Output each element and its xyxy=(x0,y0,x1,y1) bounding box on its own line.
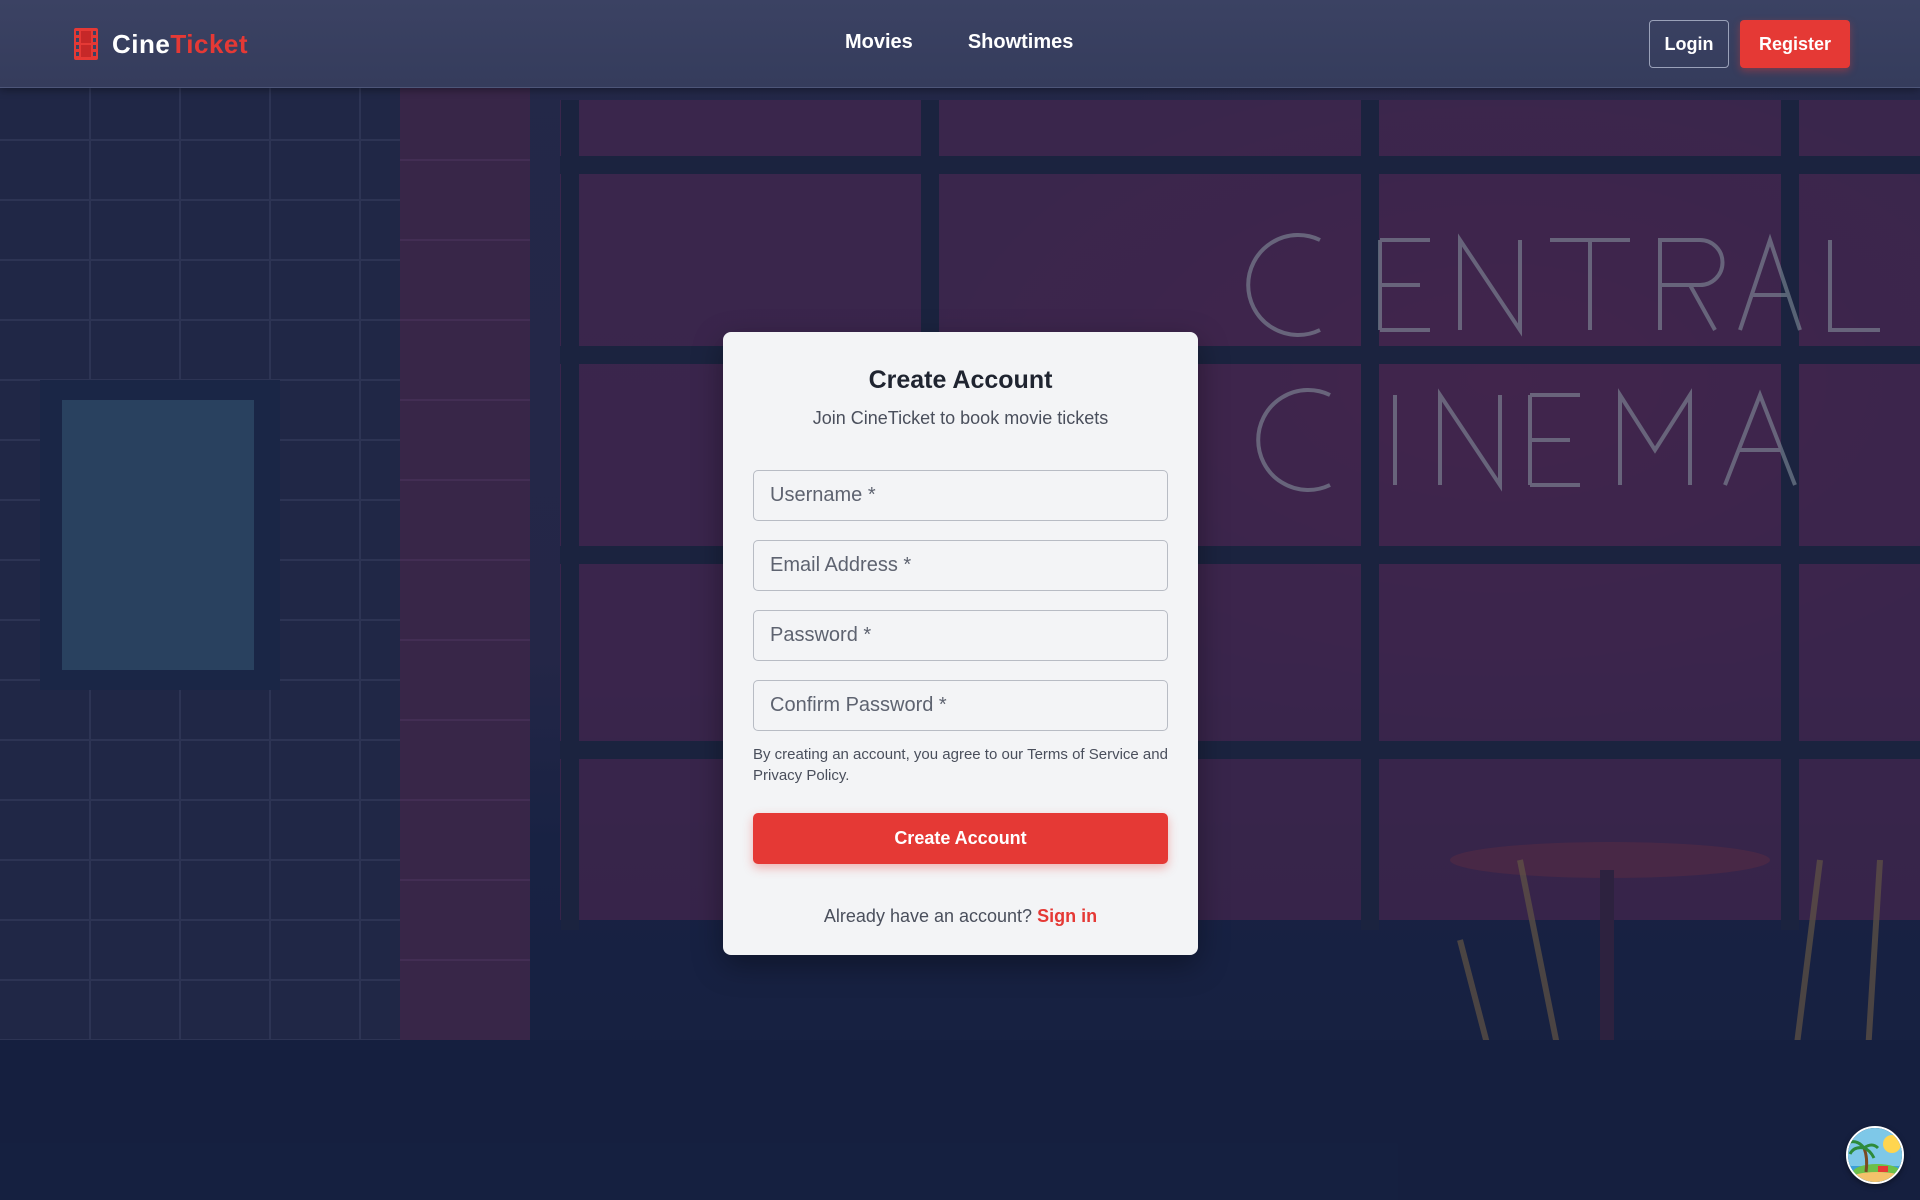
register-card: Create Account Join CineTicket to book m… xyxy=(723,332,1198,955)
create-account-button[interactable]: Create Account xyxy=(753,813,1168,864)
film-icon xyxy=(74,28,98,60)
signin-link[interactable]: Sign in xyxy=(1037,906,1097,926)
brand-name-part2: Ticket xyxy=(170,28,249,59)
brand-name: CineTicket xyxy=(112,29,248,60)
floating-widget[interactable] xyxy=(1846,1126,1904,1184)
password-field[interactable] xyxy=(753,610,1168,661)
password-input[interactable] xyxy=(770,611,1167,660)
register-form: By creating an account, you agree to our… xyxy=(753,470,1168,927)
card-subtitle: Join CineTicket to book movie tickets xyxy=(812,408,1109,428)
brand-name-part1: Cine xyxy=(112,28,171,59)
signin-row: Already have an account? Sign in xyxy=(753,906,1168,927)
nav-link-showtimes[interactable]: Showtimes xyxy=(968,28,1074,56)
register-button[interactable]: Register xyxy=(1740,20,1850,68)
login-button[interactable]: Login xyxy=(1649,20,1729,68)
confirm-password-field[interactable] xyxy=(753,680,1168,731)
username-field[interactable] xyxy=(753,470,1168,521)
signin-prompt: Already have an account? xyxy=(823,906,1033,926)
card-title: Create Account xyxy=(868,366,1053,394)
email-field[interactable] xyxy=(753,540,1168,591)
brand-logo[interactable]: CineTicket xyxy=(74,26,248,62)
username-input[interactable] xyxy=(770,471,1167,520)
navbar: CineTicket Movies Showtimes Login Regist… xyxy=(0,0,1920,88)
email-input[interactable] xyxy=(770,541,1167,590)
terms-notice: By creating an account, you agree to our… xyxy=(753,746,1168,784)
confirm-password-input[interactable] xyxy=(770,681,1167,730)
nav-links: Movies Showtimes xyxy=(845,28,1073,56)
nav-link-movies[interactable]: Movies xyxy=(845,28,913,56)
